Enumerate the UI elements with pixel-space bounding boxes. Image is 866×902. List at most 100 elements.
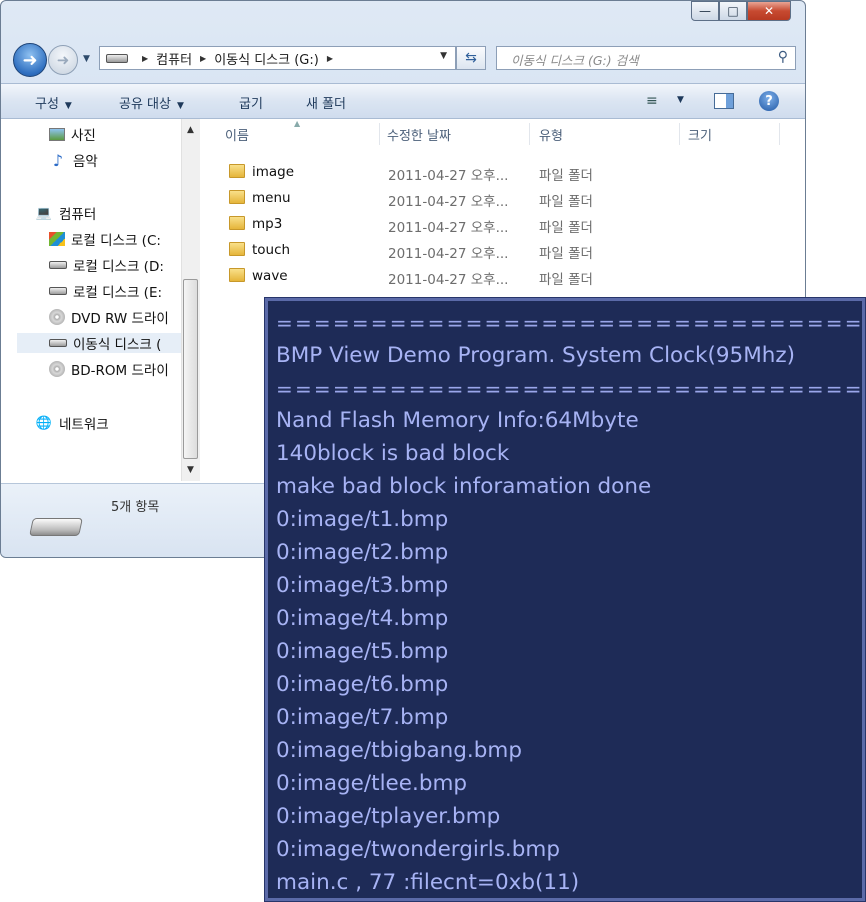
windows-drive-icon	[49, 232, 65, 246]
nav-item-label: 음악	[73, 154, 98, 170]
close-button[interactable]: ✕	[747, 1, 791, 21]
column-divider[interactable]	[379, 123, 380, 145]
nav-item-local-disk-d[interactable]: 로컬 디스크 (D:	[49, 255, 191, 275]
terminal-line: 0:image/t3.bmp	[276, 573, 449, 598]
chevron-right-icon[interactable]: ▶	[200, 54, 206, 63]
scroll-up-icon[interactable]: ▲	[187, 125, 194, 135]
view-options-icon[interactable]: ≡	[646, 93, 658, 109]
forward-arrow-icon: ➜	[56, 51, 70, 69]
nav-item-dvd-rw[interactable]: DVD RW 드라이	[49, 307, 191, 327]
nav-item-label: 이동식 디스크 (	[73, 337, 162, 353]
nav-item-removable-disk[interactable]: 이동식 디스크 (	[17, 333, 181, 353]
file-name: wave	[252, 268, 288, 284]
chevron-down-icon: ▼	[64, 101, 72, 111]
nav-item-label: 사진	[71, 128, 96, 144]
help-icon[interactable]: ?	[759, 91, 779, 111]
file-name: touch	[252, 242, 291, 258]
breadcrumb-computer[interactable]: 컴퓨터	[156, 49, 192, 68]
folder-icon	[229, 190, 245, 204]
minimize-button[interactable]: —	[691, 1, 719, 21]
terminal-line: 0:image/twondergirls.bmp	[276, 837, 560, 862]
file-type: 파일 폴더	[539, 272, 593, 288]
chevron-down-icon[interactable]: ▼	[677, 95, 684, 105]
scroll-down-icon[interactable]: ▼	[187, 465, 194, 475]
file-date: 2011-04-27 오후...	[388, 246, 509, 262]
organize-label: 구성	[35, 97, 59, 112]
file-row[interactable]: image 2011-04-27 오후... 파일 폴더	[201, 161, 801, 187]
nav-item-music[interactable]: ♪ 음악	[49, 150, 191, 171]
folder-icon	[229, 216, 245, 230]
search-input[interactable]: 이동식 디스크 (G:) 검색 ⚲	[496, 46, 796, 70]
column-header-size[interactable]: 크기	[688, 125, 712, 144]
file-row[interactable]: menu 2011-04-27 오후... 파일 폴더	[201, 187, 801, 213]
column-header-name[interactable]: 이름	[225, 125, 249, 144]
nav-scrollbar[interactable]: ▲ ▼	[181, 119, 200, 481]
search-icon[interactable]: ⚲	[778, 49, 788, 65]
file-row[interactable]: mp3 2011-04-27 오후... 파일 폴더	[201, 213, 801, 239]
file-date: 2011-04-27 오후...	[388, 220, 509, 236]
back-button[interactable]: ➜	[13, 43, 47, 77]
nav-item-label: 로컬 디스크 (E:	[73, 285, 163, 301]
recent-pages-dropdown[interactable]: ▼	[83, 54, 90, 64]
nav-item-bd-rom[interactable]: BD-ROM 드라이	[49, 359, 191, 379]
network-icon: 🌐	[35, 415, 53, 431]
file-name: mp3	[252, 216, 283, 232]
file-date: 2011-04-27 오후...	[388, 272, 509, 288]
breadcrumb-drive[interactable]: 이동식 디스크 (G:)	[214, 49, 319, 68]
column-header-type[interactable]: 유형	[539, 125, 563, 144]
terminal-output: ================================= BMP Vi…	[264, 297, 866, 902]
file-name: image	[252, 164, 295, 180]
terminal-line: 140block is bad block	[276, 441, 510, 466]
new-folder-button[interactable]: 새 폴더	[306, 93, 346, 112]
item-count: 5개 항목	[111, 500, 160, 515]
file-row[interactable]: wave 2011-04-27 오후... 파일 폴더	[201, 265, 801, 291]
terminal-line: 0:image/tplayer.bmp	[276, 804, 501, 829]
refresh-button[interactable]: ⇆	[456, 46, 486, 70]
column-header-date[interactable]: 수정한 날짜	[387, 125, 451, 144]
terminal-line: 0:image/t5.bmp	[276, 639, 449, 664]
terminal-line: main.c , 77 :filecnt=0xb(11)	[276, 870, 580, 895]
nav-item-local-disk-e[interactable]: 로컬 디스크 (E:	[49, 281, 191, 301]
column-divider[interactable]	[679, 123, 680, 145]
folder-icon	[229, 268, 245, 282]
nav-item-pictures[interactable]: 사진	[49, 124, 191, 144]
nav-item-label: 로컬 디스크 (C:	[71, 233, 161, 249]
share-button[interactable]: 공유 대상 ▼	[119, 93, 184, 112]
nav-item-network[interactable]: 🌐 네트워크	[35, 413, 177, 434]
terminal-line: make bad block inforamation done	[276, 474, 652, 499]
search-placeholder: 이동식 디스크 (G:) 검색	[511, 53, 639, 68]
nav-item-computer[interactable]: 💻 컴퓨터	[35, 203, 177, 224]
chevron-right-icon[interactable]: ▶	[327, 54, 333, 63]
terminal-line: 0:image/t7.bmp	[276, 705, 449, 730]
file-row[interactable]: touch 2011-04-27 오후... 파일 폴더	[201, 239, 801, 265]
terminal-line: 0:image/tbigbang.bmp	[276, 738, 523, 763]
terminal-line: 0:image/t4.bmp	[276, 606, 449, 631]
forward-button[interactable]: ➜	[48, 45, 78, 75]
nav-item-label: 컴퓨터	[59, 207, 97, 223]
terminal-line: BMP View Demo Program. System Clock(95Mh…	[276, 343, 796, 368]
drive-icon	[106, 53, 128, 63]
column-divider[interactable]	[529, 123, 530, 145]
window-controls: — □ ✕	[691, 1, 791, 23]
organize-button[interactable]: 구성 ▼	[35, 93, 72, 112]
preview-pane-icon[interactable]	[714, 93, 734, 109]
nav-item-local-disk-c[interactable]: 로컬 디스크 (C:	[49, 229, 191, 249]
scroll-thumb[interactable]	[183, 279, 198, 459]
nav-item-label: 로컬 디스크 (D:	[73, 259, 164, 275]
separator-line: =================================	[276, 311, 865, 335]
removable-drive-icon	[49, 339, 67, 347]
terminal-line: Nand Flash Memory Info:64Mbyte	[276, 408, 639, 433]
removable-drive-icon	[29, 518, 83, 536]
nav-item-label: DVD RW 드라이	[71, 311, 169, 327]
command-bar: 구성 ▼ 공유 대상 ▼ 굽기 새 폴더 ≡ ▼ ?	[1, 83, 805, 119]
burn-button[interactable]: 굽기	[239, 93, 263, 112]
maximize-button[interactable]: □	[719, 1, 747, 21]
address-bar[interactable]: ▶ 컴퓨터 ▶ 이동식 디스크 (G:) ▶ ▼	[99, 46, 456, 70]
column-divider[interactable]	[779, 123, 780, 145]
computer-icon: 💻	[35, 205, 53, 221]
file-date: 2011-04-27 오후...	[388, 194, 509, 210]
chevron-right-icon[interactable]: ▶	[142, 54, 148, 63]
bd-icon	[49, 361, 65, 377]
file-name: menu	[252, 190, 291, 206]
address-dropdown-icon[interactable]: ▼	[440, 51, 447, 61]
